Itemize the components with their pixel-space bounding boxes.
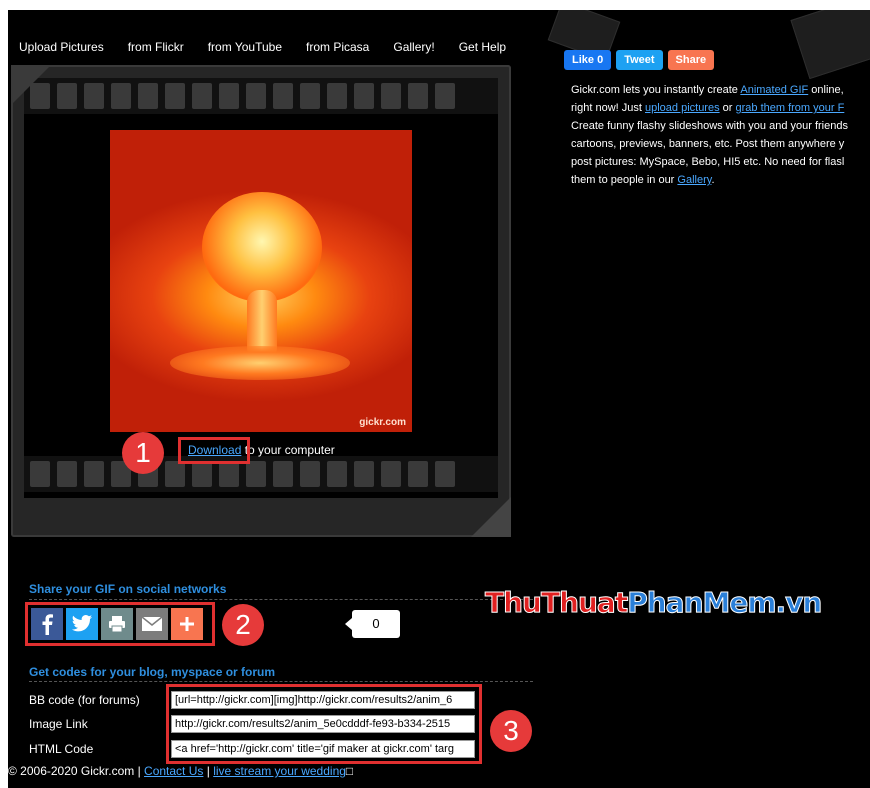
code-label: BB code (for forums) — [29, 693, 140, 707]
gif-watermark: gickr.com — [359, 417, 406, 428]
share-count: 0 — [345, 610, 400, 638]
page: Upload Pictures from Flickr from YouTube… — [8, 10, 870, 788]
nav-gallery[interactable]: Gallery! — [393, 40, 434, 54]
decorative-film-piece — [790, 10, 870, 80]
main-nav: Upload Pictures from Flickr from YouTube… — [19, 40, 530, 54]
callout-2: 2 — [222, 604, 264, 646]
nav-get-help[interactable]: Get Help — [459, 40, 506, 54]
nav-from-flickr[interactable]: from Flickr — [128, 40, 184, 54]
animated-gif-preview: gickr.com — [110, 130, 412, 432]
animated-gif-link[interactable]: Animated GIF — [740, 84, 808, 96]
divider — [29, 599, 533, 600]
footer: © 2006-2020 Gickr.com | Contact Us | liv… — [8, 764, 354, 778]
share-button[interactable]: Share — [667, 50, 715, 70]
nav-from-picasa[interactable]: from Picasa — [306, 40, 369, 54]
nav-upload-pictures[interactable]: Upload Pictures — [19, 40, 104, 54]
grab-from-link[interactable]: grab them from your F — [736, 102, 845, 114]
upload-pictures-link[interactable]: upload pictures — [645, 102, 720, 114]
live-stream-link[interactable]: live stream your wedding — [213, 764, 346, 778]
code-label: HTML Code — [29, 742, 94, 756]
codes-heading: Get codes for your blog, myspace or foru… — [29, 665, 276, 679]
highlight-box-share — [25, 602, 215, 646]
highlight-box-codes — [166, 684, 482, 764]
film-strip-bottom — [24, 456, 498, 492]
code-label: Image Link — [29, 717, 88, 731]
site-watermark: ThuThuatPhanMem.vn — [484, 586, 822, 620]
callout-1: 1 — [122, 432, 164, 474]
social-buttons-top: Like 0 Tweet Share — [564, 50, 715, 70]
divider — [29, 681, 533, 682]
download-suffix: to your computer — [241, 443, 335, 457]
facebook-like-button[interactable]: Like 0 — [564, 50, 612, 70]
callout-3: 3 — [490, 710, 532, 752]
film-strip-top — [24, 78, 498, 114]
tweet-button[interactable]: Tweet — [616, 50, 663, 70]
frame-corner — [471, 497, 511, 537]
intro-text: Gickr.com lets you instantly create Anim… — [571, 84, 848, 186]
gallery-link[interactable]: Gallery — [677, 174, 711, 186]
highlight-box-download — [178, 437, 250, 464]
share-heading: Share your GIF on social networks — [29, 582, 227, 596]
contact-us-link[interactable]: Contact Us — [144, 764, 203, 778]
frame-corner — [11, 65, 51, 105]
nav-from-youtube[interactable]: from YouTube — [208, 40, 282, 54]
